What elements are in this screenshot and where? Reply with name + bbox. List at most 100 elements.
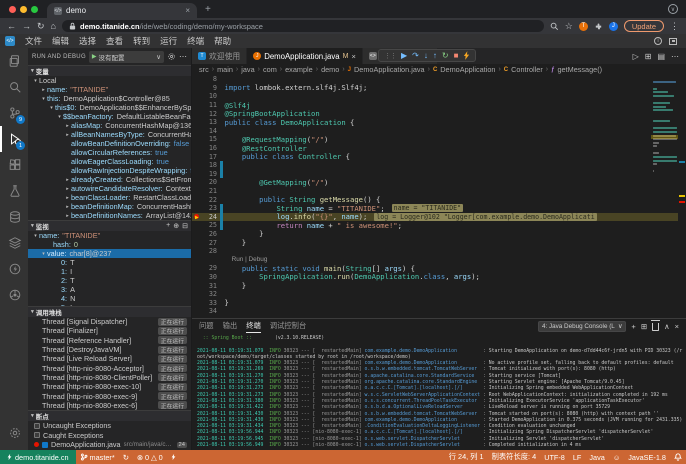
twistie-icon[interactable]: ▸ [64, 213, 71, 219]
add-watch-icon[interactable]: + [166, 222, 170, 230]
twistie-icon[interactable]: ▸ [64, 204, 71, 210]
twistie-icon[interactable]: ▾ [32, 78, 39, 84]
code-line[interactable]: 29 public static void main(String[] args… [192, 264, 686, 273]
continue-icon[interactable]: ▶ [401, 51, 407, 60]
tab-close-icon[interactable]: × [185, 6, 190, 15]
thread-row[interactable]: Thread [DestroyJavaVM] 正在运行 [28, 345, 191, 354]
debug-session-item[interactable] [167, 453, 180, 461]
twistie-icon[interactable]: ▸ [64, 177, 71, 183]
close-window-button[interactable] [9, 6, 16, 13]
thread-row[interactable]: Thread [http-nio-8080-exec-6] 正在运行 [28, 401, 191, 410]
watch-row[interactable]: 3: A [28, 285, 191, 294]
code-line[interactable]: 30 SpringApplication.run(DemoApplication… [192, 273, 686, 282]
code-line[interactable]: 10 [192, 92, 686, 101]
watch-header[interactable]: ▾ 监视 + ⊕ ⊟ [28, 221, 191, 231]
watch-row[interactable]: 1: I [28, 267, 191, 276]
panel-tab[interactable]: 输出 [223, 319, 238, 333]
home-icon[interactable]: ⌂ [51, 21, 56, 31]
thread-row[interactable]: Thread [http-nio-8080-Acceptor] 正在运行 [28, 363, 191, 372]
thread-row[interactable]: Thread [Signal Dispatcher] 正在运行 [28, 317, 191, 326]
breadcrumb-item[interactable]: › com [258, 65, 277, 74]
layers-icon[interactable] [0, 230, 28, 256]
git-branch-item[interactable]: master* [76, 453, 119, 462]
twistie-icon[interactable]: ▾ [32, 233, 39, 239]
search-icon[interactable] [0, 74, 28, 100]
update-button[interactable]: Update [624, 20, 664, 32]
variable-row[interactable]: ▸ name: "TITANIDE" [28, 85, 191, 94]
code-line[interactable]: 20 @GetMapping("/") [192, 178, 686, 187]
step-out-icon[interactable]: ↑ [433, 51, 437, 60]
thread-row[interactable]: Thread [Live Reload Server] 正在运行 [28, 354, 191, 363]
step-over-icon[interactable]: ↷ [412, 51, 419, 60]
breadcrumb-item[interactable]: › C Controller [498, 65, 542, 74]
code-line[interactable]: 23 String name = "TITANIDE";name = "TITA… [192, 204, 686, 213]
watch-row[interactable]: 4: N [28, 294, 191, 303]
gutter-breakpoint-zone[interactable]: ▶ [192, 214, 201, 219]
variable-row[interactable]: ▸ alreadyCreated: Collections$SetFromMap… [28, 175, 191, 184]
search-icon[interactable] [550, 22, 559, 31]
stop-icon[interactable]: ■ [454, 51, 459, 60]
split-editor-icon[interactable]: ⊞ [645, 52, 652, 61]
code-line[interactable]: 18 [192, 161, 686, 170]
explorer-icon[interactable] [0, 48, 28, 74]
close-tab-icon[interactable]: × [351, 52, 355, 61]
code-line[interactable]: 28 [192, 247, 686, 256]
variable-row[interactable]: ▾ this: DemoApplication$Controller@85 [28, 94, 191, 103]
variable-row[interactable]: ▸ beanDefinitionNames: ArrayList@142 siz… [28, 211, 191, 220]
breadcrumb-item[interactable]: › J DemoApplication.java [342, 65, 424, 74]
code-line[interactable]: 9import lombok.extern.slf4j.Slf4j; [192, 84, 686, 93]
breakpoint-checkbox[interactable] [42, 442, 48, 448]
watch-row[interactable]: 2: T [28, 276, 191, 285]
breakpoint-row[interactable]: DemoApplication.java src/main/java/com/e… [28, 440, 191, 450]
code-line[interactable]: ▶24 log.info("{}", name);log = Logger@10… [192, 213, 686, 222]
menu-item[interactable]: 文件 [20, 35, 47, 47]
twistie-icon[interactable]: ▾ [40, 251, 47, 257]
code-line[interactable]: 15 @RequestMapping("/") [192, 135, 686, 144]
code-line[interactable]: 22 public String getMessage() { [192, 195, 686, 204]
code-line[interactable]: 14 [192, 127, 686, 136]
address-bar[interactable]: demo.titanide.cn/ide/web/coding/demo/my-… [62, 20, 544, 32]
indentation[interactable]: 制表符长度: 4 [488, 452, 541, 462]
breadcrumb-item[interactable]: › main [212, 65, 233, 74]
lightning-circle-icon[interactable] [0, 256, 28, 282]
close-panel-icon[interactable]: × [675, 322, 679, 331]
reload-icon[interactable]: ↻ [37, 21, 45, 32]
codelens-run-debug[interactable]: Run | Debug [225, 256, 268, 263]
remote-indicator[interactable]: demo.titanide.cn [0, 450, 76, 464]
extension-avatar[interactable]: T [579, 22, 588, 31]
overview-ruler[interactable] [678, 75, 686, 318]
collapse-all-icon[interactable]: ⊟ [182, 222, 188, 230]
code-line[interactable]: 8 [192, 75, 686, 84]
more-actions-icon[interactable]: ⋯ [671, 52, 679, 61]
twistie-icon[interactable]: ▾ [48, 105, 55, 111]
start-debug-icon[interactable]: ▶ [92, 53, 97, 60]
code-line[interactable]: 19 [192, 170, 686, 179]
twistie-icon[interactable]: ▸ [64, 186, 71, 192]
breadcrumb-item[interactable]: › java [236, 65, 255, 74]
extensions-icon[interactable] [0, 152, 28, 178]
refresh-watch-icon[interactable]: ⊕ [173, 222, 179, 230]
breadcrumb-item[interactable]: › ƒ getMessage() [546, 65, 602, 74]
menu-item[interactable]: 终端 [182, 35, 209, 47]
language-mode[interactable]: Java [585, 453, 608, 462]
remote-targets-icon[interactable] [0, 282, 28, 308]
window-controls[interactable] [9, 6, 38, 13]
code-line[interactable]: 17 public class Controller { [192, 152, 686, 161]
hot-code-replace-icon[interactable] [463, 51, 470, 60]
variable-row[interactable]: ▸ beanDefinitionMap: ConcurrentHashMap@1… [28, 202, 191, 211]
test-flask-icon[interactable] [0, 178, 28, 204]
watch-row[interactable]: ▾ name: "TITANIDE" [28, 231, 191, 240]
variable-row[interactable]: ▾ $$beanFactory: DefaultListableBeanFact… [28, 112, 191, 121]
code-line[interactable]: 32 [192, 290, 686, 299]
variable-row[interactable]: allowCircularReferences: true [28, 148, 191, 157]
terminal-select[interactable]: 4: Java Debug Console (L ∨ [538, 321, 626, 332]
encoding[interactable]: UTF-8 [540, 453, 569, 462]
panel-tab[interactable]: 调试控制台 [270, 319, 306, 333]
watch-row[interactable]: ▾ value: char[8]@237 [28, 249, 191, 258]
code-line[interactable]: 31 } [192, 281, 686, 290]
profile-avatar[interactable]: J [609, 22, 618, 31]
twistie-icon[interactable]: ▾ [40, 96, 47, 102]
variable-row[interactable]: ▸ allBeanNamesByType: ConcurrentHashMap@… [28, 130, 191, 139]
restart-icon[interactable]: ↻ [442, 51, 449, 60]
twistie-icon[interactable]: ▾ [56, 114, 63, 120]
